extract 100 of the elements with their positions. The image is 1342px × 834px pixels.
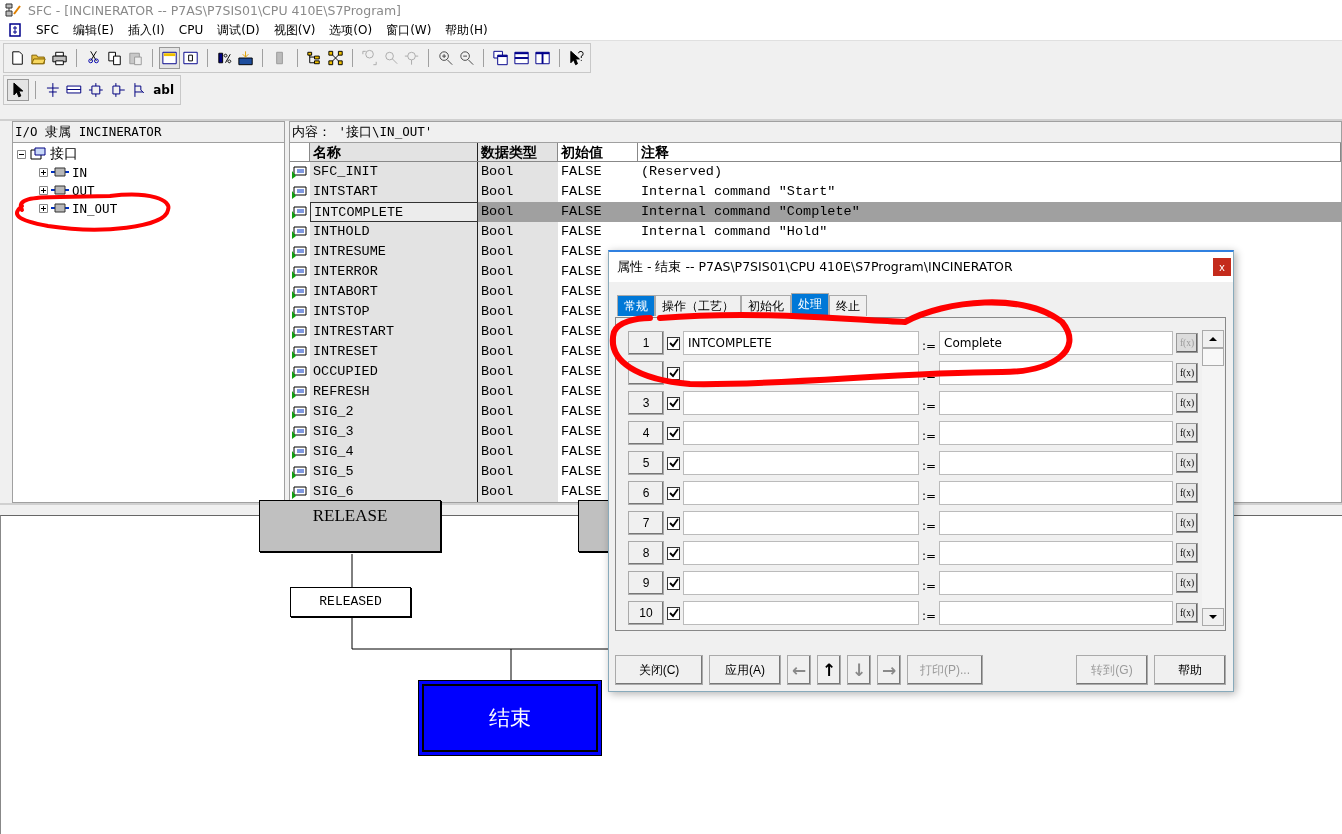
row-number-button[interactable]: 9	[628, 571, 664, 595]
function-button[interactable]: f(x)	[1176, 513, 1198, 533]
menu-item[interactable]: 插入(I)	[127, 21, 165, 39]
checkbox[interactable]	[667, 426, 680, 440]
function-button[interactable]: f(x)	[1176, 393, 1198, 413]
tree-item[interactable]: 接口	[50, 145, 78, 163]
sfc-transition[interactable]: RELEASED	[290, 587, 411, 617]
expand-arrows-icon[interactable]	[325, 48, 345, 68]
input-field[interactable]	[683, 481, 919, 505]
pointer-icon[interactable]	[8, 80, 28, 100]
function-button[interactable]: f(x)	[1176, 483, 1198, 503]
scroll-up-icon[interactable]	[1202, 330, 1224, 348]
scroll-thumb[interactable]	[1202, 348, 1224, 366]
input-field[interactable]: INTCOMPLETE	[683, 331, 919, 355]
checkbox[interactable]	[667, 396, 680, 410]
assign-operator: :=	[922, 338, 936, 353]
input-field[interactable]	[939, 571, 1173, 595]
menu-item[interactable]: SFC	[36, 23, 59, 37]
column-header[interactable]: 名称	[310, 143, 478, 161]
scroll-down-icon[interactable]	[1202, 608, 1224, 626]
text-tool-button[interactable]: abl	[151, 83, 176, 97]
input-field[interactable]	[939, 421, 1173, 445]
checkbox[interactable]	[667, 456, 680, 470]
row-number-button[interactable]: 3	[628, 391, 664, 415]
menu-item[interactable]: 窗口(W)	[386, 21, 432, 39]
input-field[interactable]	[683, 451, 919, 475]
assign-operator: :=	[922, 578, 936, 593]
menu-item[interactable]: 选项(O)	[329, 21, 373, 39]
input-field[interactable]	[939, 451, 1173, 475]
table-cell: FALSE	[561, 484, 602, 499]
input-field[interactable]: Complete	[939, 331, 1173, 355]
window-icon[interactable]	[160, 48, 180, 68]
function-button[interactable]: f(x)	[1176, 453, 1198, 473]
table-cell: FALSE	[561, 264, 602, 279]
tab[interactable]: 终止	[829, 295, 867, 316]
menu-item[interactable]: 帮助(H)	[445, 21, 488, 39]
dialog-button[interactable]: 关闭(C)	[615, 655, 703, 685]
expand-icon[interactable]	[39, 185, 48, 195]
checkbox[interactable]	[667, 516, 680, 530]
sfc-end-step[interactable]: 结束	[418, 680, 602, 756]
row-number-button[interactable]: 6	[628, 481, 664, 505]
function-button[interactable]: f(x)	[1176, 363, 1198, 383]
input-field[interactable]	[939, 541, 1173, 565]
scrollbar[interactable]	[1202, 330, 1224, 626]
tree-item[interactable]: OUT	[72, 182, 95, 198]
function-button[interactable]: f(x)	[1176, 423, 1198, 443]
input-field[interactable]	[939, 391, 1173, 415]
table-cell: Bool	[481, 424, 514, 439]
dialog-button[interactable]: 应用(A)	[709, 655, 781, 685]
column-header[interactable]: 数据类型	[478, 143, 558, 161]
dialog-button[interactable]: 帮助	[1154, 655, 1226, 685]
download-icon[interactable]	[236, 48, 256, 68]
branch-icon[interactable]	[86, 80, 106, 100]
tab[interactable]: 常规	[617, 295, 655, 316]
input-field[interactable]	[683, 421, 919, 445]
expand-icon[interactable]	[39, 203, 48, 213]
document-icon[interactable]	[8, 23, 22, 37]
collapse-icon[interactable]	[17, 149, 26, 159]
row-number-button[interactable]: 7	[628, 511, 664, 535]
column-header[interactable]: 注释	[638, 143, 1341, 161]
input-field[interactable]	[939, 511, 1173, 535]
close-button[interactable]: x	[1213, 258, 1231, 276]
tree-item[interactable]: IN	[72, 164, 88, 180]
column-header[interactable]: 初始值	[558, 143, 638, 161]
checkbox[interactable]	[667, 336, 680, 350]
checkbox[interactable]	[667, 576, 680, 590]
checkbox[interactable]	[667, 606, 680, 620]
function-button[interactable]: f(x)	[1176, 573, 1198, 593]
checkbox[interactable]	[667, 366, 680, 380]
input-field[interactable]	[939, 601, 1173, 625]
arrow-button[interactable]: ↑	[817, 655, 841, 685]
table-cell: INTRESTART	[313, 324, 394, 339]
checkbox[interactable]	[667, 546, 680, 560]
menu-item[interactable]: 调试(D)	[217, 21, 260, 39]
row-number-button[interactable]: 8	[628, 541, 664, 565]
cascade-windows-icon[interactable]	[490, 48, 510, 68]
row-number-button[interactable]: 1	[628, 331, 664, 355]
menu-item[interactable]: 视图(V)	[273, 21, 316, 39]
input-field[interactable]	[683, 541, 919, 565]
input-field[interactable]	[683, 511, 919, 535]
assign-operator: :=	[922, 608, 936, 623]
checkbox[interactable]	[667, 486, 680, 500]
row-number-button[interactable]: 4	[628, 421, 664, 445]
table-cell: FALSE	[561, 244, 602, 259]
tree-item[interactable]: IN_OUT	[72, 200, 118, 216]
function-button[interactable]: f(x)	[1176, 603, 1198, 623]
menu-item[interactable]: CPU	[178, 23, 204, 37]
row-number-button[interactable]: 5	[628, 451, 664, 475]
input-field[interactable]	[683, 571, 919, 595]
table-cell: SFC_INIT	[313, 164, 378, 179]
table-cell: FALSE	[561, 304, 602, 319]
input-field[interactable]	[939, 481, 1173, 505]
table-cell: INTRESET	[313, 344, 378, 359]
row-number-button[interactable]: 10	[628, 601, 664, 625]
expand-icon[interactable]	[39, 167, 48, 177]
input-field[interactable]	[683, 601, 919, 625]
input-field[interactable]	[683, 391, 919, 415]
function-button[interactable]: f(x)	[1176, 543, 1198, 563]
menu-item[interactable]: 编辑(E)	[72, 21, 114, 39]
sfc-step[interactable]: RELEASE	[259, 500, 441, 552]
